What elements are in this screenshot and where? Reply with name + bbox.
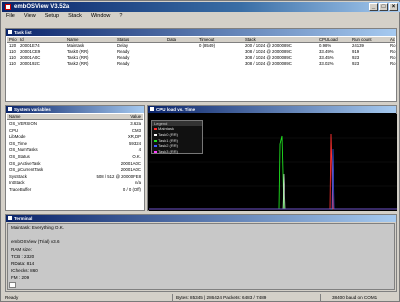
task-list-window: Task list Prio Id Name Status Data Timeout Sta… — [5, 28, 397, 102]
variable-value: 4 — [138, 147, 141, 153]
terminal-line: TCB : 2320 — [11, 253, 35, 259]
variable-value: XR,DP — [127, 134, 141, 140]
variable-name: OS_Status — [9, 153, 30, 159]
list-item[interactable]: IntStack n/a — [7, 180, 143, 187]
variable-name: OS_VERSION — [9, 121, 37, 126]
cpu-load-window: CPU load vs. Time Legend Maintask Task0 (… — [147, 105, 397, 211]
variable-name: OS_pCurrentTask — [9, 167, 44, 173]
window-icon — [150, 107, 154, 111]
terminal-line: IChecks: 860 — [11, 268, 38, 274]
list-item[interactable]: TraceBuffer 0 / 0 (Off) — [7, 187, 143, 194]
status-bar: Ready Bytes: 85345 | 286424 Packets: 648… — [2, 294, 400, 302]
cpu-load-title[interactable]: CPU load vs. Time — [148, 106, 396, 113]
legend-label: Maintask — [158, 126, 175, 131]
terminal-output[interactable]: Maintask: Everything O.K. embOSView (Tria… — [7, 223, 395, 290]
legend-label: Task2 (RR) — [158, 143, 179, 149]
list-item[interactable]: OS_NumTasks 4 — [7, 147, 143, 154]
column-header-value[interactable]: Value — [130, 114, 141, 120]
list-item[interactable]: LibMode XR,DP — [7, 134, 143, 141]
legend-swatch — [154, 151, 157, 154]
legend-item: Task3 (RR) — [152, 149, 202, 155]
table-cell: 923 — [352, 61, 360, 66]
terminal-line: embOSView (Trial) v3.6 — [11, 239, 60, 245]
variables-list: OS_VERSION 3.62a CPU CM3 LibMode XR,DP OS_Time… — [7, 121, 143, 194]
legend-swatch — [154, 133, 157, 136]
variable-name: IntStack — [9, 180, 25, 186]
app-icon — [5, 4, 11, 10]
app-window: embOSView V3.52a _ □ × File View Setup S… — [0, 0, 400, 302]
menu-help[interactable]: ? — [119, 12, 122, 21]
close-button[interactable]: × — [389, 3, 398, 11]
variable-value: 20001A0C — [120, 167, 141, 173]
variable-name: OS_Time — [9, 140, 27, 146]
menu-view[interactable]: View — [24, 12, 36, 21]
variable-value: O.K. — [132, 153, 141, 159]
menu-file[interactable]: File — [6, 12, 15, 21]
menu-window[interactable]: Window — [91, 12, 111, 21]
window-icon — [8, 216, 12, 220]
table-cell: 33.02% — [319, 61, 334, 66]
status-text: Ready — [5, 295, 19, 300]
list-item[interactable]: SysStack 508 / 512 @ 20000FE8 — [7, 174, 143, 181]
window-icon — [8, 107, 12, 111]
list-item[interactable]: OS_VERSION 3.62a — [7, 121, 143, 128]
status-bytes: Bytes: 85345 | 286424 Packets: 6483 / 74… — [176, 295, 267, 300]
variable-value: n/a — [135, 180, 141, 186]
menu-setup[interactable]: Setup — [45, 12, 59, 21]
status-baud: 38400 baud on COM1 — [332, 295, 378, 300]
table-cell: 2000192C — [20, 61, 40, 66]
column-header-name[interactable]: Name — [9, 114, 20, 120]
app-title: embOSView V3.52a — [14, 4, 70, 10]
table-cell: Ready — [117, 61, 130, 66]
list-item[interactable]: CPU CM3 — [7, 128, 143, 135]
variable-value: 3.62a — [130, 121, 141, 126]
legend-label: Task1 (RR) — [158, 137, 179, 143]
variable-name: LibMode — [9, 134, 26, 140]
table-cell: Task2 (RR) — [67, 61, 89, 66]
table-cell: 308 / 1024 @ 2000089C — [245, 61, 292, 66]
legend-swatch — [154, 145, 157, 148]
legend-swatch — [154, 139, 157, 142]
menu-stack[interactable]: Stack — [68, 12, 82, 21]
window-icon — [8, 30, 12, 34]
table-cell: Ro — [390, 61, 396, 66]
table-cell: 110 — [9, 61, 16, 66]
list-item[interactable]: OS_Status O.K. — [7, 154, 143, 161]
legend-label: Task0 (RR) — [158, 131, 179, 137]
variable-name: SysStack — [9, 173, 27, 179]
task-table: Prio Id Name Status Data Timeout Stack CPULoad R… — [7, 37, 396, 67]
variable-value: 20001A0C — [120, 160, 141, 166]
legend-swatch — [154, 128, 157, 130]
variable-value: 59324 — [129, 140, 141, 146]
title-bar[interactable]: embOSView V3.52a _ □ × — [2, 2, 400, 12]
terminal-line: FM : 209 — [11, 275, 30, 281]
variable-value: CM3 — [131, 127, 141, 133]
terminal-line: RData: 814 — [11, 260, 35, 266]
chart-legend: Legend Maintask Task0 (RR) Task1 (RR) Task2… — [151, 120, 203, 154]
terminal-line: RAM size: — [11, 246, 32, 252]
legend-label: Task3 (RR) — [158, 149, 179, 155]
variable-name: TraceBuffer — [9, 186, 32, 192]
variables-header: Name Value — [7, 114, 143, 120]
table-row[interactable]: 110 2000192C Task2 (RR) Ready 308 / 1024 @ 2… — [7, 61, 396, 67]
variable-name: CPU — [9, 127, 19, 133]
terminal-line: Maintask: Everything O.K. — [11, 225, 65, 230]
terminal-input[interactable] — [9, 282, 16, 288]
variable-value: 0 / 0 (Off) — [122, 186, 141, 192]
variable-name: OS_pActiveTask — [9, 160, 41, 166]
variable-value: 508 / 512 @ 20000FE8 — [96, 173, 142, 179]
maximize-button[interactable]: □ — [379, 3, 388, 11]
terminal-window: Terminal Maintask: Everything O.K. embOSV… — [5, 214, 397, 292]
task-list-title[interactable]: Task list — [6, 29, 396, 36]
list-item[interactable]: OS_pActiveTask 20001A0C — [7, 161, 143, 168]
system-variables-title[interactable]: System variables — [6, 106, 144, 113]
variable-name: OS_NumTasks — [9, 147, 38, 153]
menu-bar: File View Setup Stack Window ? — [2, 12, 400, 21]
system-variables-window: System variables Name Value OS_VERSION 3.… — [5, 105, 145, 211]
list-item[interactable]: OS_pCurrentTask 20001A0C — [7, 167, 143, 174]
list-item[interactable]: OS_Time 59324 — [7, 141, 143, 148]
terminal-title[interactable]: Terminal — [6, 215, 396, 222]
minimize-button[interactable]: _ — [369, 3, 378, 11]
